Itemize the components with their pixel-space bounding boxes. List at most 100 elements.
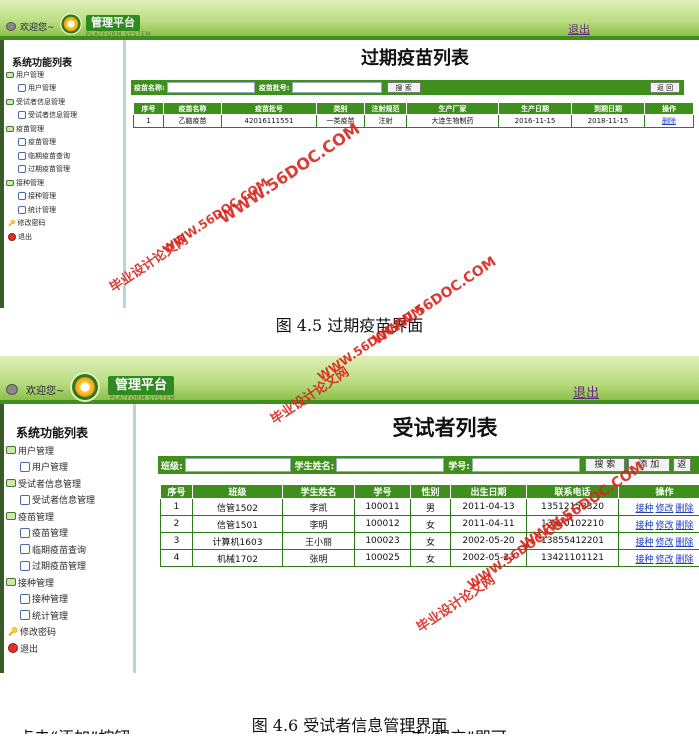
sidebar-item[interactable]: 疫苗管理 <box>4 525 95 542</box>
sidebar-item[interactable]: 临期疫苗查询 <box>4 541 95 558</box>
sidebar-item[interactable]: 退出 <box>4 230 77 244</box>
vaccine-batch-input[interactable] <box>292 82 382 93</box>
table-cell: 女 <box>411 516 451 533</box>
table-cell: 1 <box>161 499 193 516</box>
table-cell: 信管1501 <box>193 516 283 533</box>
sidebar-item[interactable]: 用户管理 <box>4 459 95 476</box>
table-row: 3计算机1603王小丽100023女2002-05-2013855412201接… <box>161 533 699 550</box>
delete-link[interactable]: 删除 <box>676 521 694 531</box>
sidebar-item[interactable]: 用户管理 <box>4 442 95 459</box>
table-cell: 100023 <box>355 533 411 550</box>
subject-table: 序号班级学生姓名学号性别出生日期联系电话操作 1信管1502李凯100011男2… <box>160 484 699 567</box>
sidebar-item-label: 受试者信息管理 <box>18 477 81 490</box>
sidebar-item[interactable]: 受试者信息管理 <box>4 475 95 492</box>
sidebar-item[interactable]: 受试者信息管理 <box>4 109 77 123</box>
logo-subtitle: PLATFORM SYSTEM <box>110 395 175 402</box>
table-cell: 2011-04-13 <box>451 499 527 516</box>
column-header: 序号 <box>134 103 164 115</box>
sidebar-item-label: 修改密码 <box>17 218 45 228</box>
edit-link[interactable]: 修改 <box>655 521 673 531</box>
logout-link[interactable]: 退出 <box>573 382 599 401</box>
edit-page-icon <box>20 495 30 505</box>
search-button[interactable]: 搜 索 <box>585 458 625 472</box>
sidebar-item[interactable]: 接种管理 <box>4 190 77 204</box>
key-icon: 🔑 <box>8 627 18 636</box>
back-button[interactable]: 返 <box>673 458 691 472</box>
sidebar-item[interactable]: 疫苗管理 <box>4 122 77 136</box>
sidebar-item[interactable]: 🔑修改密码 <box>4 624 95 641</box>
student-name-label: 学生姓名: <box>295 459 335 472</box>
sidebar-item[interactable]: 统计管理 <box>4 203 77 217</box>
sidebar-item-label: 退出 <box>20 642 38 655</box>
delete-link[interactable]: 删除 <box>676 504 694 514</box>
sidebar-item-label: 接种管理 <box>32 592 68 605</box>
exit-icon <box>8 233 16 241</box>
folder-icon <box>6 512 16 520</box>
sidebar-title: 系统功能列表 <box>16 424 88 441</box>
sidebar-item[interactable]: 统计管理 <box>4 607 95 624</box>
sidebar-item-label: 过期疫苗管理 <box>32 559 86 572</box>
table-cell: 4 <box>161 550 193 567</box>
vaccine-name-input[interactable] <box>167 82 255 93</box>
logo-title: 管理平台 <box>108 376 174 395</box>
table-cell: 李明 <box>283 516 355 533</box>
delete-link[interactable]: 删除 <box>662 117 676 125</box>
sidebar-item[interactable]: 疫苗管理 <box>4 508 95 525</box>
table-row: 1乙脑疫苗42016111551一类疫苗注射大连生物制药2016-11-1520… <box>134 115 694 128</box>
sidebar-item-label: 过期疫苗管理 <box>28 164 70 174</box>
student-name-input[interactable] <box>336 458 444 472</box>
sidebar-item[interactable]: 退出 <box>4 640 95 657</box>
vaccinate-link[interactable]: 接种 <box>635 555 653 565</box>
welcome-text: 欢迎您~ <box>26 382 64 397</box>
sidebar-item[interactable]: 过期疫苗管理 <box>4 163 77 177</box>
sidebar-title: 系统功能列表 <box>12 54 72 69</box>
column-header: 出生日期 <box>451 485 527 499</box>
sidebar-item-label: 统计管理 <box>32 609 68 622</box>
sidebar-item[interactable]: 疫苗管理 <box>4 136 77 150</box>
operations-cell: 接种修改删除 <box>619 499 699 516</box>
edit-link[interactable]: 修改 <box>655 538 673 548</box>
sidebar-item[interactable]: 受试者信息管理 <box>4 492 95 509</box>
sidebar-item[interactable]: 过期疫苗管理 <box>4 558 95 575</box>
sidebar-item[interactable]: 🔑修改密码 <box>4 217 77 231</box>
sidebar-item-label: 退出 <box>18 232 32 242</box>
vaccine-table: 序号疫苗名称疫苗批号类别注射规范生产厂家生产日期到期日期操作 1乙脑疫苗4201… <box>133 102 694 128</box>
edit-link[interactable]: 修改 <box>655 504 673 514</box>
column-header: 性别 <box>411 485 451 499</box>
table-cell: 100025 <box>355 550 411 567</box>
table-cell: 李凯 <box>283 499 355 516</box>
table-cell: 计算机1603 <box>193 533 283 550</box>
sidebar-item[interactable]: 用户管理 <box>4 82 77 96</box>
table-cell: 2018-11-15 <box>572 115 645 128</box>
sidebar-item-label: 修改密码 <box>20 625 56 638</box>
sidebar-item-label: 受试者信息管理 <box>28 110 77 120</box>
vaccinate-link[interactable]: 接种 <box>635 504 653 514</box>
table-cell: 13421101121 <box>527 550 619 567</box>
column-header: 疫苗名称 <box>164 103 222 115</box>
sidebar-item[interactable]: 用户管理 <box>4 68 77 82</box>
student-id-input[interactable] <box>472 458 580 472</box>
vaccinate-link[interactable]: 接种 <box>635 538 653 548</box>
folder-icon <box>6 99 14 105</box>
back-button[interactable]: 返 回 <box>650 82 680 93</box>
sidebar-item[interactable]: 接种管理 <box>4 591 95 608</box>
edit-page-icon <box>20 594 30 604</box>
delete-link[interactable]: 删除 <box>676 538 694 548</box>
sidebar-item[interactable]: 临期疫苗查询 <box>4 149 77 163</box>
sidebar-item-label: 统计管理 <box>28 205 56 215</box>
table-cell: 女 <box>411 533 451 550</box>
folder-icon <box>6 126 14 132</box>
edit-link[interactable]: 修改 <box>655 555 673 565</box>
sidebar-item[interactable]: 受试者信息管理 <box>4 95 77 109</box>
sidebar-item[interactable]: 接种管理 <box>4 176 77 190</box>
logout-link[interactable]: 退出 <box>568 21 590 37</box>
sidebar-item[interactable]: 接种管理 <box>4 574 95 591</box>
class-input[interactable] <box>185 458 291 472</box>
table-cell: 100011 <box>355 499 411 516</box>
vaccinate-link[interactable]: 接种 <box>635 521 653 531</box>
table-cell: 2 <box>161 516 193 533</box>
column-header: 操作 <box>619 485 699 499</box>
sidebar-item-label: 临期疫苗查询 <box>32 543 86 556</box>
delete-link[interactable]: 删除 <box>676 555 694 565</box>
search-button[interactable]: 搜 索 <box>387 82 421 93</box>
